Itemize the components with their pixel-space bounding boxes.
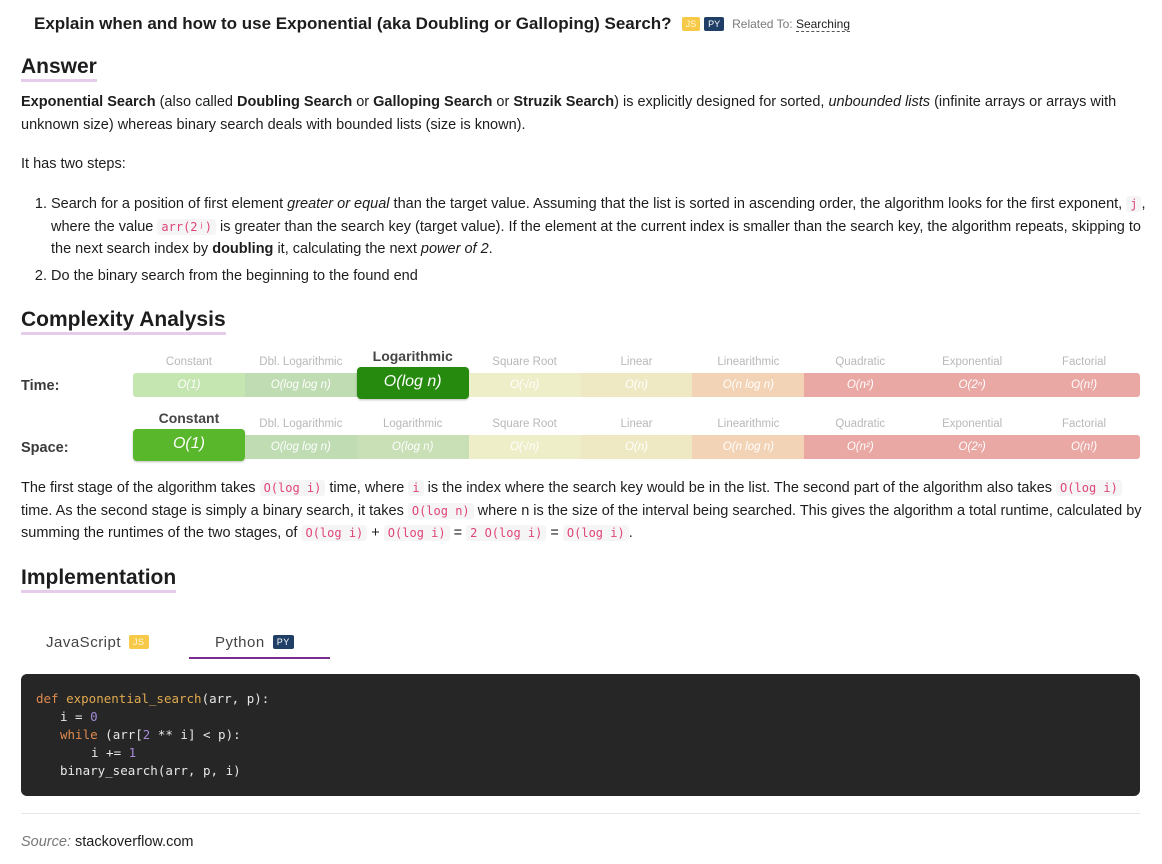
time-segment-logarithmic: O(log n)	[356, 367, 469, 399]
time-complexity-bar: O(1) O(log log n) O(log n) O(√n) O(n) O(n log…	[133, 367, 1140, 399]
step-1: Search for a position of first element g…	[51, 193, 1151, 261]
inline-code: O(log i)	[383, 525, 450, 541]
space-class-label-exponential: Exponential	[942, 418, 1003, 430]
tab-python-label: Python	[215, 633, 265, 651]
space-segment-square-root: O(√n)	[468, 435, 581, 459]
question-title: Explain when and how to use Exponential …	[34, 14, 672, 33]
time-class-label-dbl-logarithmic: Dbl. Logarithmic	[259, 356, 343, 368]
inline-code: i	[408, 480, 424, 496]
code-line: binary_search(arr, p, i)	[60, 763, 241, 778]
time-class-label-quadratic: Quadratic	[835, 356, 886, 368]
tab-javascript-label: JavaScript	[46, 633, 122, 651]
space-class-label-linearithmic: Linearithmic	[717, 418, 780, 430]
space-class-label-linear: Linear	[620, 418, 653, 430]
related-link-searching[interactable]: Searching	[795, 17, 850, 32]
divider	[21, 813, 1140, 814]
answer-heading: Answer	[21, 56, 97, 82]
space-class-label-factorial: Factorial	[1061, 418, 1107, 430]
js-badge: JS	[129, 635, 149, 649]
time-class-label-exponential: Exponential	[942, 356, 1003, 368]
space-label: Space:	[21, 440, 69, 456]
answer-intro: Exponential Search (also called Doubling…	[21, 94, 1117, 133]
space-class-label-square-root: Square Root	[492, 418, 557, 430]
implementation-heading: Implementation	[21, 567, 177, 593]
time-class-label-factorial: Factorial	[1061, 356, 1107, 368]
space-class-label-constant: Constant	[158, 410, 220, 426]
py-badge: PY	[272, 635, 294, 649]
inline-code: O(log i)	[562, 525, 629, 541]
js-badge: JS	[681, 17, 701, 31]
code-line: i += 1	[91, 745, 137, 760]
complexity-explanation: The first stage of the algorithm takes O…	[21, 480, 1142, 541]
term-doubling-search: Doubling Search	[236, 94, 353, 110]
inline-code-arr: arr(2ʲ)	[157, 218, 216, 235]
space-segment-logarithmic: O(log n)	[356, 435, 469, 459]
space-complexity-names: Constant Dbl. Logarithmic Logarithmic Squar…	[133, 410, 1140, 432]
code-line: i = 0	[60, 709, 98, 724]
tab-javascript[interactable]: JavaScript JS	[46, 624, 149, 660]
code-line: def exponential_search(arr, p):	[36, 691, 270, 706]
inline-code: O(log i)	[301, 525, 368, 541]
term-unbounded-lists: unbounded lists	[828, 94, 931, 110]
source-value[interactable]: stackoverflow.com	[75, 834, 193, 850]
inline-code-j: j	[1126, 196, 1142, 212]
time-class-label-logarithmic: Logarithmic	[372, 348, 453, 364]
two-steps-text: It has two steps:	[21, 156, 126, 172]
space-class-label-logarithmic: Logarithmic	[382, 418, 443, 430]
time-segment-linearithmic: O(n log n)	[692, 373, 805, 397]
step-2: Do the binary search from the beginning …	[51, 265, 1151, 288]
active-tab-indicator	[189, 657, 330, 659]
time-class-label-constant: Constant	[165, 356, 212, 368]
term-galloping-search: Galloping Search	[373, 94, 493, 110]
time-segment-factorial: O(n!)	[1028, 373, 1140, 397]
time-segment-exponential: O(2ⁿ)	[916, 373, 1029, 397]
space-segment-quadratic: O(n²)	[804, 435, 917, 459]
time-segment-dbl-logarithmic: O(log log n)	[244, 373, 357, 397]
time-segment-linear: O(n)	[580, 373, 693, 397]
related-to: Related To: Searching	[732, 17, 850, 32]
space-segment-factorial: O(n!)	[1028, 435, 1140, 459]
space-class-label-dbl-logarithmic: Dbl. Logarithmic	[259, 418, 343, 430]
inline-code: O(log i)	[259, 480, 326, 496]
time-class-label-square-root: Square Root	[492, 356, 557, 368]
source-line: Source: stackoverflow.com	[21, 834, 193, 850]
time-segment-constant: O(1)	[133, 373, 245, 397]
space-complexity-bar: O(1) O(log log n) O(log n) O(√n) O(n) O(n log…	[133, 429, 1140, 461]
term-exponential-search: Exponential Search	[21, 94, 156, 110]
space-segment-linear: O(n)	[580, 435, 693, 459]
complexity-heading: Complexity Analysis	[21, 309, 226, 335]
steps-list: Search for a position of first element g…	[21, 193, 1151, 291]
time-class-label-linear: Linear	[620, 356, 653, 368]
space-segment-exponential: O(2ⁿ)	[916, 435, 1029, 459]
py-badge: PY	[704, 17, 725, 31]
python-code-block[interactable]: def exponential_search(arr, p): i = 0 wh…	[21, 674, 1140, 796]
inline-code: 2 O(log i)	[466, 525, 547, 541]
time-complexity-names: Constant Dbl. Logarithmic Logarithmic Squar…	[133, 348, 1140, 370]
inline-code: O(log i)	[1056, 480, 1122, 496]
space-class-label-quadratic: Quadratic	[835, 418, 886, 430]
space-segment-constant: O(1)	[133, 429, 245, 461]
space-segment-dbl-logarithmic: O(log log n)	[244, 435, 357, 459]
space-segment-linearithmic: O(n log n)	[692, 435, 805, 459]
tab-python[interactable]: Python PY	[215, 624, 294, 660]
code-line: while (arr[2 ** i] < p):	[60, 727, 241, 742]
time-segment-quadratic: O(n²)	[804, 373, 917, 397]
question-title-row: Explain when and how to use Exponential …	[34, 14, 850, 34]
related-prefix: Related To:	[732, 17, 793, 31]
source-label: Source:	[21, 834, 71, 850]
term-struzik-search: Struzik Search	[513, 94, 615, 110]
inline-code: O(log n)	[407, 502, 474, 519]
time-label: Time:	[21, 378, 60, 394]
time-segment-square-root: O(√n)	[468, 373, 581, 397]
time-class-label-linearithmic: Linearithmic	[717, 356, 780, 368]
